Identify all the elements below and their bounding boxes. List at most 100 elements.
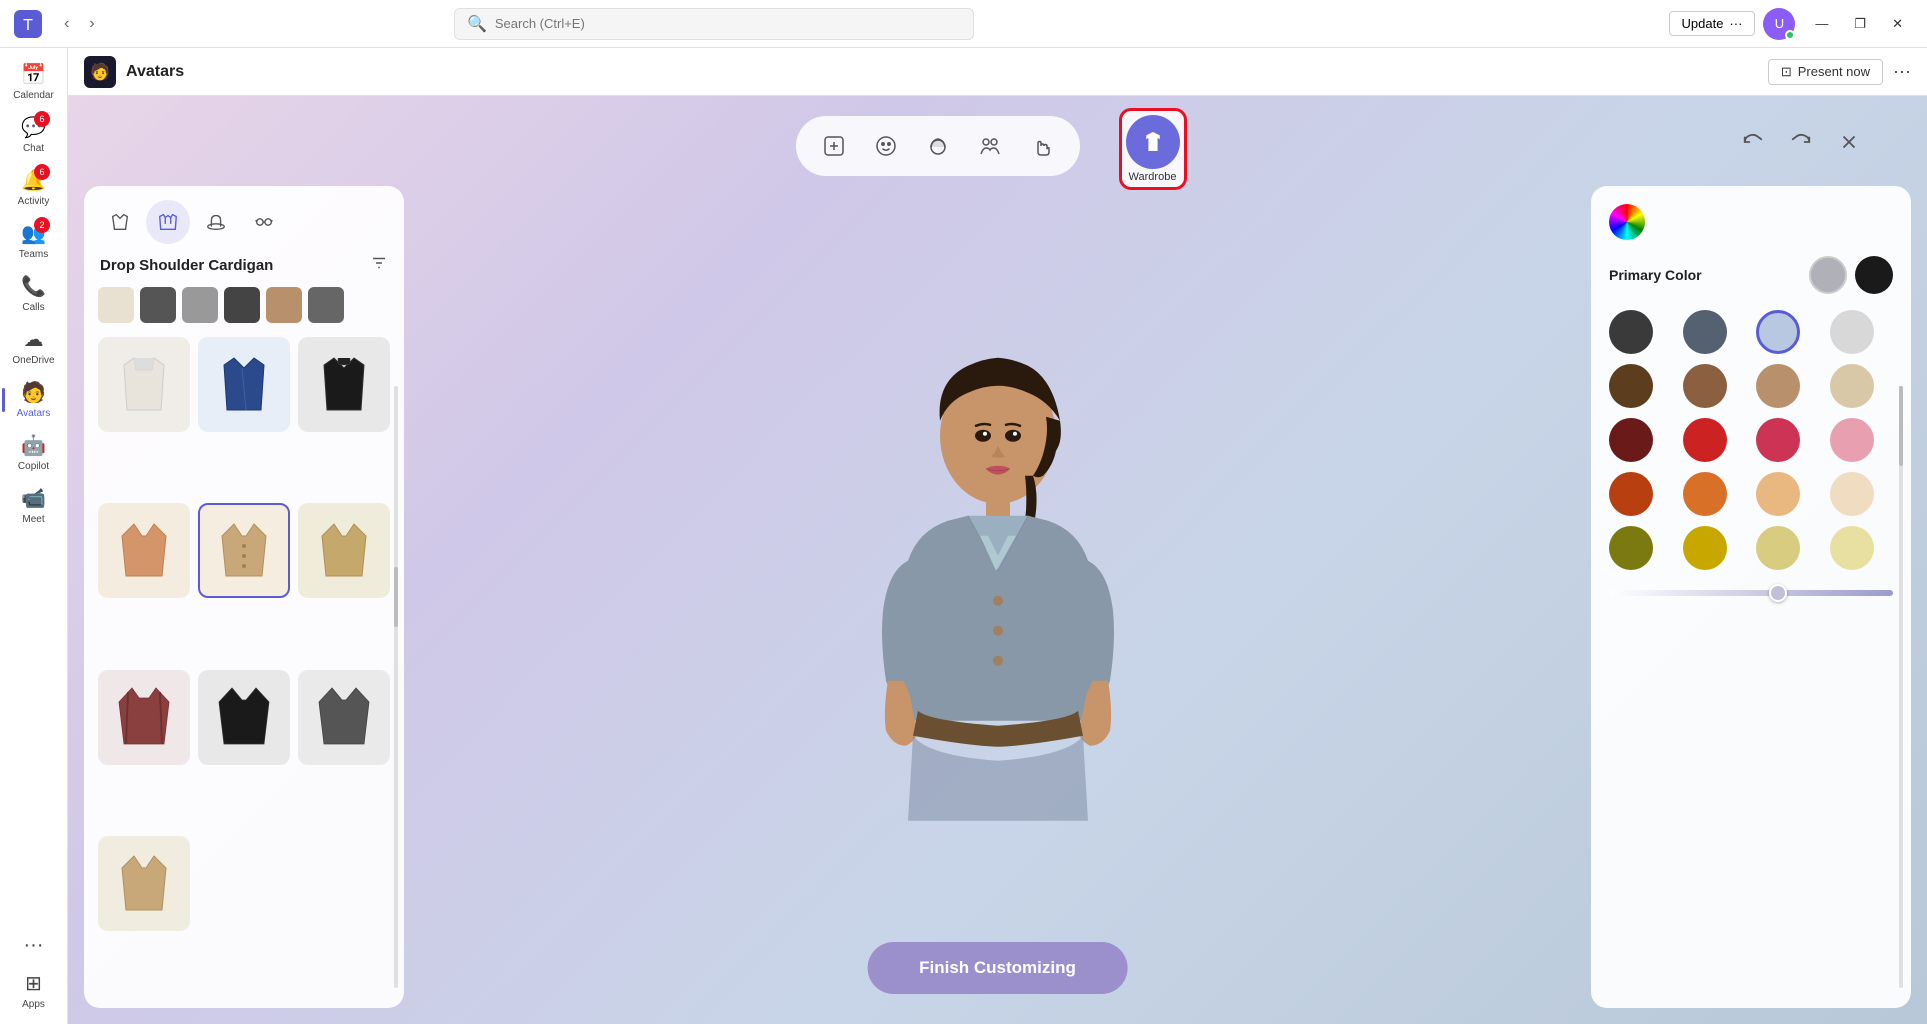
sidebar-item-apps[interactable]: ⊞ Apps <box>6 965 62 1016</box>
color-crimson[interactable] <box>1756 418 1800 462</box>
undo-button[interactable] <box>1735 124 1771 160</box>
sidebar-label-onedrive: OneDrive <box>12 355 54 366</box>
strip-item-3[interactable] <box>182 287 218 323</box>
user-avatar[interactable]: U <box>1763 8 1795 40</box>
clothing-item-8[interactable] <box>198 670 290 765</box>
present-icon: ⊡ <box>1781 64 1792 80</box>
toolbar-face[interactable] <box>864 124 908 168</box>
maximize-button[interactable]: ❐ <box>1842 12 1878 36</box>
color-light-peach[interactable] <box>1830 472 1874 516</box>
toolbar-hair[interactable] <box>916 124 960 168</box>
search-bar[interactable]: 🔍 <box>454 8 974 40</box>
chat-badge: 6 <box>34 111 50 127</box>
search-input[interactable] <box>495 16 961 31</box>
strip-item-5[interactable] <box>266 287 302 323</box>
filter-button[interactable] <box>370 254 388 277</box>
sidebar-item-activity[interactable]: 🔔 6 Activity <box>6 162 62 213</box>
color-dark-red[interactable] <box>1609 418 1653 462</box>
teams-badge: 2 <box>34 217 50 233</box>
color-medium-brown[interactable] <box>1683 364 1727 408</box>
minimize-button[interactable]: — <box>1803 12 1840 36</box>
color-pink[interactable] <box>1830 418 1874 462</box>
sidebar-item-more[interactable]: ··· <box>6 928 62 963</box>
sidebar-item-chat[interactable]: 💬 6 Chat <box>6 109 62 160</box>
clothing-item-9[interactable] <box>298 670 390 765</box>
apps-icon: ⊞ <box>25 971 42 996</box>
page-more-button[interactable]: ··· <box>1893 61 1911 82</box>
clothing-item-2[interactable] <box>198 337 290 432</box>
strip-item-2[interactable] <box>140 287 176 323</box>
calendar-icon: 📅 <box>21 62 46 87</box>
color-yellow[interactable] <box>1683 526 1727 570</box>
sidebar-label-chat: Chat <box>23 143 44 154</box>
title-bar: T ‹ › 🔍 Update ··· U — ❐ ✕ <box>0 0 1927 48</box>
color-slate[interactable] <box>1683 310 1727 354</box>
clothing-item-7[interactable] <box>98 670 190 765</box>
color-slider[interactable] <box>1609 590 1893 596</box>
sidebar-item-calendar[interactable]: 📅 Calendar <box>6 56 62 107</box>
strip-item-1[interactable] <box>98 287 134 323</box>
color-dark-yellow[interactable] <box>1609 526 1653 570</box>
panel-scrollbar-thumb[interactable] <box>1899 386 1903 466</box>
forward-button[interactable]: › <box>81 11 102 37</box>
present-now-button[interactable]: ⊡ Present now <box>1768 59 1883 85</box>
wardrobe-tab-hat[interactable] <box>194 200 238 244</box>
color-red[interactable] <box>1683 418 1727 462</box>
search-icon: 🔍 <box>467 14 487 34</box>
sidebar-item-avatars[interactable]: 🧑 Avatars <box>6 374 62 425</box>
toolbar-avatar-select[interactable] <box>812 124 856 168</box>
clothing-item-5[interactable] <box>198 503 290 598</box>
primary-color-label: Primary Color <box>1609 267 1702 283</box>
wardrobe-tab-glasses[interactable] <box>242 200 286 244</box>
activity-icon: 🔔 6 <box>21 168 46 193</box>
toolbar-gesture[interactable] <box>1020 124 1064 168</box>
clothing-item-4[interactable] <box>98 503 190 598</box>
color-dark-brown[interactable] <box>1609 364 1653 408</box>
meet-icon: 📹 <box>21 486 46 511</box>
wardrobe-tab-jacket[interactable] <box>146 200 190 244</box>
swatch-gray[interactable] <box>1809 256 1847 294</box>
color-light-blue[interactable] <box>1756 310 1800 354</box>
color-panel-header <box>1609 204 1893 240</box>
color-peach[interactable] <box>1756 472 1800 516</box>
swatch-black[interactable] <box>1855 256 1893 294</box>
close-button[interactable]: ✕ <box>1880 12 1915 36</box>
page-icon: 🧑 <box>84 56 116 88</box>
color-light-gray[interactable] <box>1830 310 1874 354</box>
clothing-item-6[interactable] <box>298 503 390 598</box>
redo-button[interactable] <box>1783 124 1819 160</box>
sidebar-item-meet[interactable]: 📹 Meet <box>6 480 62 531</box>
color-orange[interactable] <box>1683 472 1727 516</box>
update-button[interactable]: Update ··· <box>1669 11 1756 36</box>
primary-color-row: Primary Color <box>1609 256 1893 294</box>
clothing-item-10[interactable] <box>98 836 190 931</box>
sidebar-item-copilot[interactable]: 🤖 Copilot <box>6 427 62 478</box>
panel-scrollbar[interactable] <box>1899 386 1903 988</box>
strip-item-6[interactable] <box>308 287 344 323</box>
color-burnt-orange[interactable] <box>1609 472 1653 516</box>
wardrobe-tab-top[interactable] <box>98 200 142 244</box>
sidebar-item-teams[interactable]: 👥 2 Teams <box>6 215 62 266</box>
avatar-workspace: Wardrobe <box>68 96 1927 1024</box>
color-cream[interactable] <box>1830 526 1874 570</box>
clothing-item-1[interactable] <box>98 337 190 432</box>
strip-item-4[interactable] <box>224 287 260 323</box>
copilot-icon: 🤖 <box>21 433 46 458</box>
color-dark-gray[interactable] <box>1609 310 1653 354</box>
top-color-swatches <box>1809 256 1893 294</box>
page-header: 🧑 Avatars ⊡ Present now ··· <box>68 48 1927 96</box>
sidebar-item-calls[interactable]: 📞 Calls <box>6 268 62 319</box>
toolbar-wardrobe-button[interactable] <box>1126 115 1180 169</box>
color-light-yellow[interactable] <box>1756 526 1800 570</box>
toolbar-group[interactable] <box>968 124 1012 168</box>
color-tan[interactable] <box>1830 364 1874 408</box>
sidebar-item-onedrive[interactable]: ☁ OneDrive <box>6 321 62 372</box>
clothing-item-3[interactable] <box>298 337 390 432</box>
wardrobe-scrollbar[interactable] <box>394 386 398 988</box>
finish-customizing-button[interactable]: Finish Customizing <box>867 942 1128 994</box>
back-button[interactable]: ‹ <box>56 11 77 37</box>
wardrobe-scrollbar-thumb[interactable] <box>394 567 398 627</box>
color-light-brown[interactable] <box>1756 364 1800 408</box>
workspace-close-button[interactable] <box>1831 124 1867 160</box>
page-header-right: ⊡ Present now ··· <box>1768 59 1911 85</box>
